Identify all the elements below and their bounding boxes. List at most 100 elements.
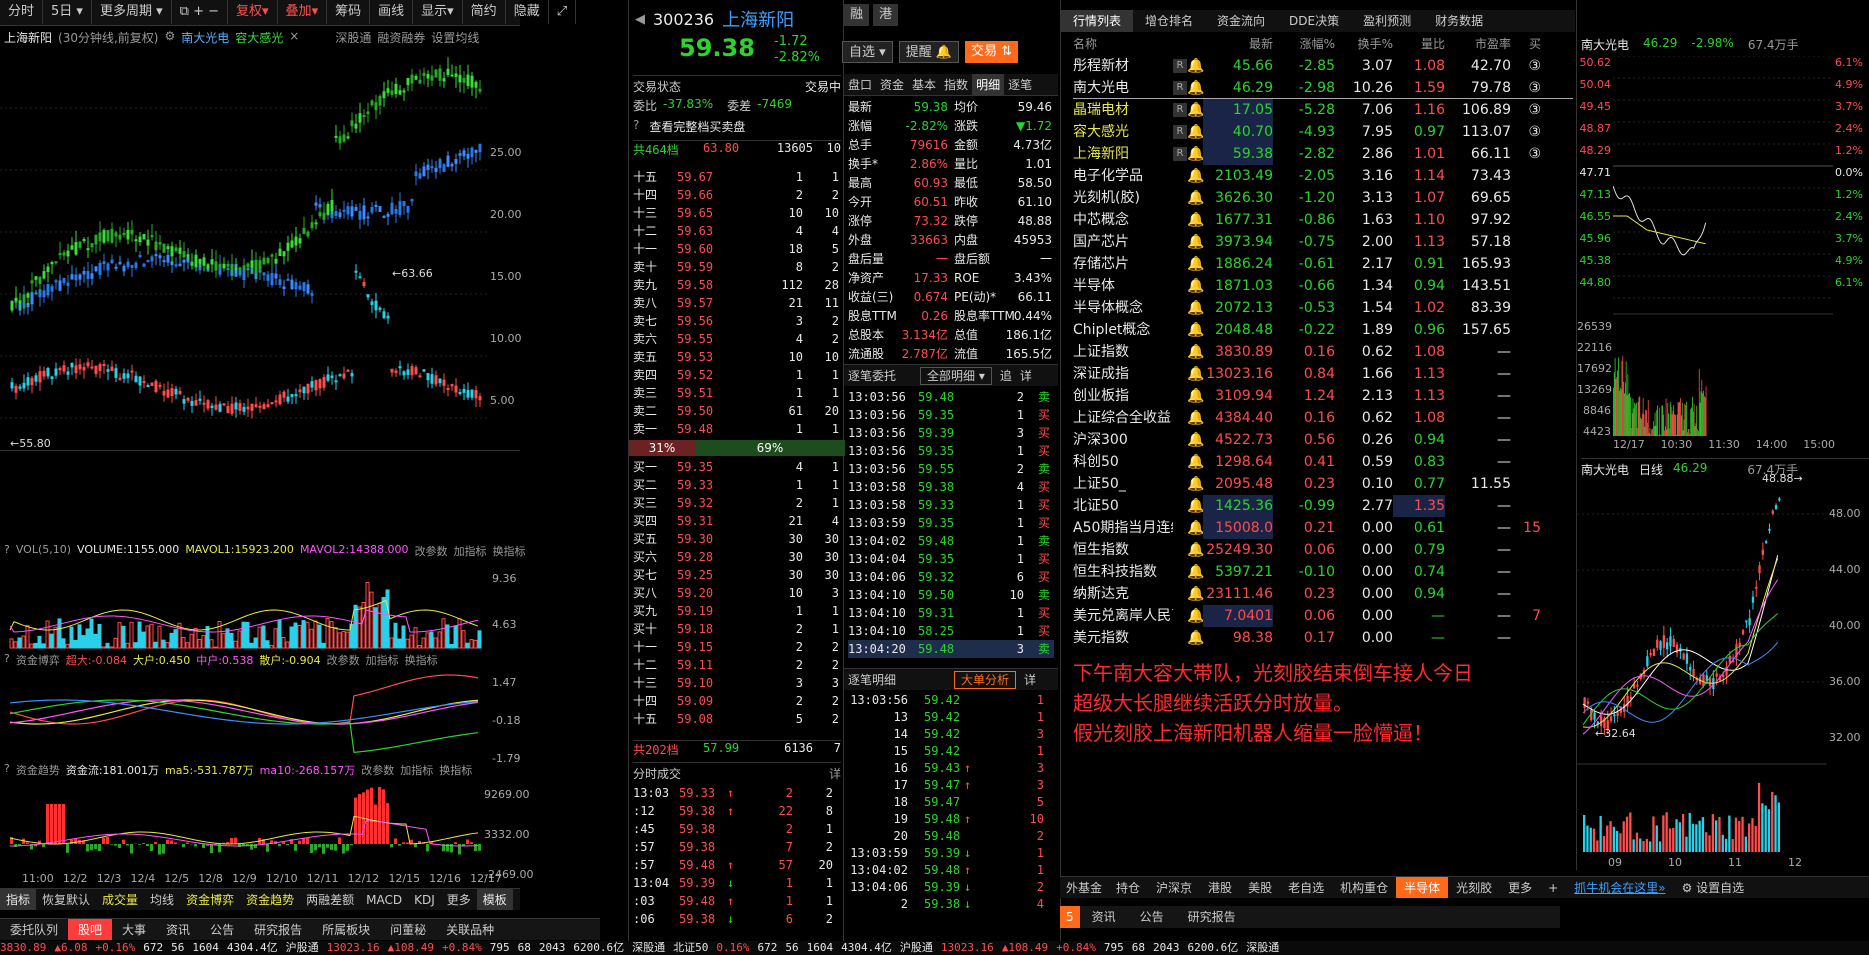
sector-tab[interactable]: 更多 bbox=[1500, 877, 1540, 898]
market-tab[interactable]: 增仓排名 bbox=[1133, 10, 1205, 32]
market-row[interactable]: 晶瑞电材 R 🔔 17.05 -5.28 7.06 1.16 106.89 ③ bbox=[1073, 99, 1573, 121]
bell-icon[interactable]: 🔔 bbox=[1187, 253, 1204, 275]
gear-icon[interactable]: ⚙ bbox=[164, 29, 175, 47]
order-row[interactable]: 13:03:56 59.35 1 买 bbox=[848, 406, 1054, 424]
market-tab[interactable]: 资金流向 bbox=[1205, 10, 1277, 32]
fund-trend-swap[interactable]: 换指标 bbox=[439, 762, 472, 778]
order-row[interactable]: 13:04:10 59.31 1 买 bbox=[848, 604, 1054, 622]
adjust-button[interactable]: 复权▾ bbox=[228, 0, 278, 24]
link-margin[interactable]: 融资融券 bbox=[377, 29, 425, 47]
indicator-tab[interactable]: 均线 bbox=[144, 889, 180, 910]
market-row[interactable]: 上证50_ 🔔 2095.48 0.23 0.10 0.77 11.55 bbox=[1073, 473, 1573, 495]
sell-row[interactable]: 卖二 59.50 61 20 bbox=[633, 402, 841, 420]
sector-tab[interactable]: 持仓 bbox=[1108, 877, 1148, 898]
buy-row[interactable]: 十四 59.09 2 2 bbox=[633, 692, 841, 710]
buy-row[interactable]: 买八 59.20 10 3 bbox=[633, 584, 841, 602]
add-tab-button[interactable]: + bbox=[1540, 877, 1566, 898]
sector-tab[interactable]: 半导体 bbox=[1396, 877, 1449, 898]
bottom-tab[interactable]: 研究报告 bbox=[244, 919, 312, 940]
sell-row[interactable]: 卖八 59.57 21 11 bbox=[633, 294, 841, 312]
order-row[interactable]: 13:03:59 59.35 1 买 bbox=[848, 514, 1054, 532]
bell-icon[interactable]: 🔔 bbox=[1187, 209, 1204, 231]
vol-add[interactable]: 加指标 bbox=[454, 543, 487, 559]
buy-row[interactable]: 买九 59.19 1 1 bbox=[633, 602, 841, 620]
promo-link[interactable]: 抓牛机会在这里» bbox=[1566, 877, 1673, 898]
market-row[interactable]: 半导体 🔔 1871.03 -0.66 1.34 0.94 143.51 bbox=[1073, 275, 1573, 297]
bell-icon[interactable]: 🔔 bbox=[1187, 605, 1204, 627]
bottom-tab[interactable]: 委托队列 bbox=[0, 919, 68, 940]
hk-tag[interactable]: 港 bbox=[873, 4, 899, 26]
sell-row[interactable]: 卖四 59.52 1 1 bbox=[633, 366, 841, 384]
market-row[interactable]: 上海新阳 R 🔔 59.38 -2.82 2.86 1.01 66.11 ③ bbox=[1073, 143, 1573, 165]
buy-row[interactable]: 买二 59.33 1 1 bbox=[633, 476, 841, 494]
bell-icon[interactable]: 🔔 bbox=[1187, 341, 1204, 363]
bottom-tab[interactable]: 关联品种 bbox=[436, 919, 504, 940]
bell-icon[interactable]: 🔔 bbox=[1187, 275, 1204, 297]
order-row[interactable]: 13:04:20 59.48 3 卖 bbox=[848, 640, 1054, 658]
buy-row[interactable]: 十五 59.08 5 2 bbox=[633, 710, 841, 728]
indicator-tab[interactable]: 模板 bbox=[476, 889, 513, 910]
close-icon[interactable]: × bbox=[289, 29, 299, 47]
market-row[interactable]: 科创50 🔔 1298.64 0.41 0.59 0.83— bbox=[1073, 451, 1573, 473]
market-row[interactable]: 南大光电 R 🔔 46.29 -2.98 10.26 1.59 79.78 ③ bbox=[1073, 77, 1573, 99]
mini-intraday-chart[interactable] bbox=[1613, 56, 1833, 436]
bottom-tab[interactable]: 公告 bbox=[200, 919, 244, 940]
sub-tab[interactable]: 盘口 bbox=[844, 74, 876, 95]
market-row[interactable]: 创业板指 🔔 3109.94 1.24 2.13 1.13— bbox=[1073, 385, 1573, 407]
indicator-tab[interactable]: 恢复默认 bbox=[36, 889, 96, 910]
market-row[interactable]: 国产芯片 🔔 3973.94 -0.75 2.00 1.13 57.18 bbox=[1073, 231, 1573, 253]
sub-panel-tab[interactable]: 资讯 bbox=[1080, 906, 1128, 928]
buy-row[interactable]: 十三 59.10 3 3 bbox=[633, 674, 841, 692]
market-row[interactable]: 半导体概念 🔔 2072.13 -0.53 1.54 1.02 83.39 bbox=[1073, 297, 1573, 319]
bell-icon[interactable]: 🔔 bbox=[1187, 473, 1204, 495]
sub-tab[interactable]: 指数 bbox=[940, 74, 972, 95]
sell-row[interactable]: 十二 59.63 4 4 bbox=[633, 222, 841, 240]
more-periods[interactable]: 更多周期 ▾ bbox=[92, 0, 172, 24]
market-row[interactable]: 彤程新材 R 🔔 45.66 -2.85 3.07 1.08 42.70 ③ bbox=[1073, 55, 1573, 77]
bell-icon[interactable]: 🔔 bbox=[1187, 627, 1204, 649]
bell-icon[interactable]: 🔔 bbox=[1187, 121, 1204, 143]
fund-trend-chart[interactable] bbox=[0, 778, 490, 866]
prev-arrow-icon[interactable]: ◀ bbox=[635, 12, 645, 27]
sector-tab[interactable]: 外基金 bbox=[1060, 877, 1108, 898]
market-row[interactable]: 纳斯达克 🔔 23111.46 0.23 0.00 0.94— bbox=[1073, 583, 1573, 605]
link-ma-settings[interactable]: 设置均线 bbox=[431, 29, 479, 47]
sell-row[interactable]: 卖六 59.55 4 2 bbox=[633, 330, 841, 348]
sell-row[interactable]: 卖五 59.53 10 10 bbox=[633, 348, 841, 366]
period-fenshi[interactable]: 分时 bbox=[0, 0, 44, 24]
compare-stock-2[interactable]: 容大感光 bbox=[235, 29, 283, 47]
indicator-tab[interactable]: 资金趋势 bbox=[240, 889, 300, 910]
indicator-tab[interactable]: MACD bbox=[360, 889, 408, 910]
buy-row[interactable]: 买五 59.30 30 30 bbox=[633, 530, 841, 548]
market-row[interactable]: 恒生指数 🔔 25249.30 0.06 0.00 0.79— bbox=[1073, 539, 1573, 561]
buy-row[interactable]: 买七 59.25 30 30 bbox=[633, 566, 841, 584]
bell-icon[interactable]: 🔔 bbox=[1187, 55, 1204, 77]
fund-game-swap[interactable]: 换指标 bbox=[405, 652, 438, 668]
market-row[interactable]: 光刻机(胶) 🔔 3626.30 -1.20 3.13 1.07 69.65 bbox=[1073, 187, 1573, 209]
fund-trend-add[interactable]: 加指标 bbox=[400, 762, 433, 778]
daily-kline-chart[interactable] bbox=[1577, 474, 1827, 854]
buy-row[interactable]: 十二 59.11 2 2 bbox=[633, 656, 841, 674]
bell-icon[interactable]: 🔔 bbox=[1187, 407, 1204, 429]
col-volume-ratio[interactable]: 量比 bbox=[1393, 34, 1445, 54]
order-row[interactable]: 13:03:56 59.55 2 卖 bbox=[848, 460, 1054, 478]
buy-row[interactable]: 买一 59.35 4 1 bbox=[633, 458, 841, 476]
sub-panel-tab[interactable]: 公告 bbox=[1128, 906, 1176, 928]
sell-row[interactable]: 卖九 59.58 112 28 bbox=[633, 276, 841, 294]
col-turnover[interactable]: 换手% bbox=[1335, 34, 1393, 54]
market-row[interactable]: 深证成指 🔔 13023.16 0.84 1.66 1.13— bbox=[1073, 363, 1573, 385]
bell-icon[interactable]: 🔔 bbox=[1187, 363, 1204, 385]
market-row[interactable]: 美元指数 🔔 98.38 0.17 0.00— — bbox=[1073, 627, 1573, 649]
market-row[interactable]: A50期指当月连续🔔15008.00.210.000.61—15 bbox=[1073, 517, 1573, 539]
order-row[interactable]: 13:03:56 59.39 3 买 bbox=[848, 424, 1054, 442]
fund-game-edit[interactable]: 改参数 bbox=[327, 652, 360, 668]
indicator-tab[interactable]: 两融差额 bbox=[300, 889, 360, 910]
market-tab[interactable]: 财务数据 bbox=[1423, 10, 1495, 32]
market-row[interactable]: 存储芯片 🔔 1886.24 -0.61 2.17 0.91 165.93 bbox=[1073, 253, 1573, 275]
bottom-tab[interactable]: 大事 bbox=[112, 919, 156, 940]
market-row[interactable]: 美元兑离岸人民币🔔7.04010.060.00——7 bbox=[1073, 605, 1573, 627]
market-row[interactable]: 沪深300 🔔 4522.73 0.56 0.26 0.94— bbox=[1073, 429, 1573, 451]
sell-row[interactable]: 十四 59.66 2 2 bbox=[633, 186, 841, 204]
market-tab[interactable]: DDE决策 bbox=[1277, 10, 1351, 32]
settings-link[interactable]: ⚙ 设置自选 bbox=[1674, 877, 1753, 898]
